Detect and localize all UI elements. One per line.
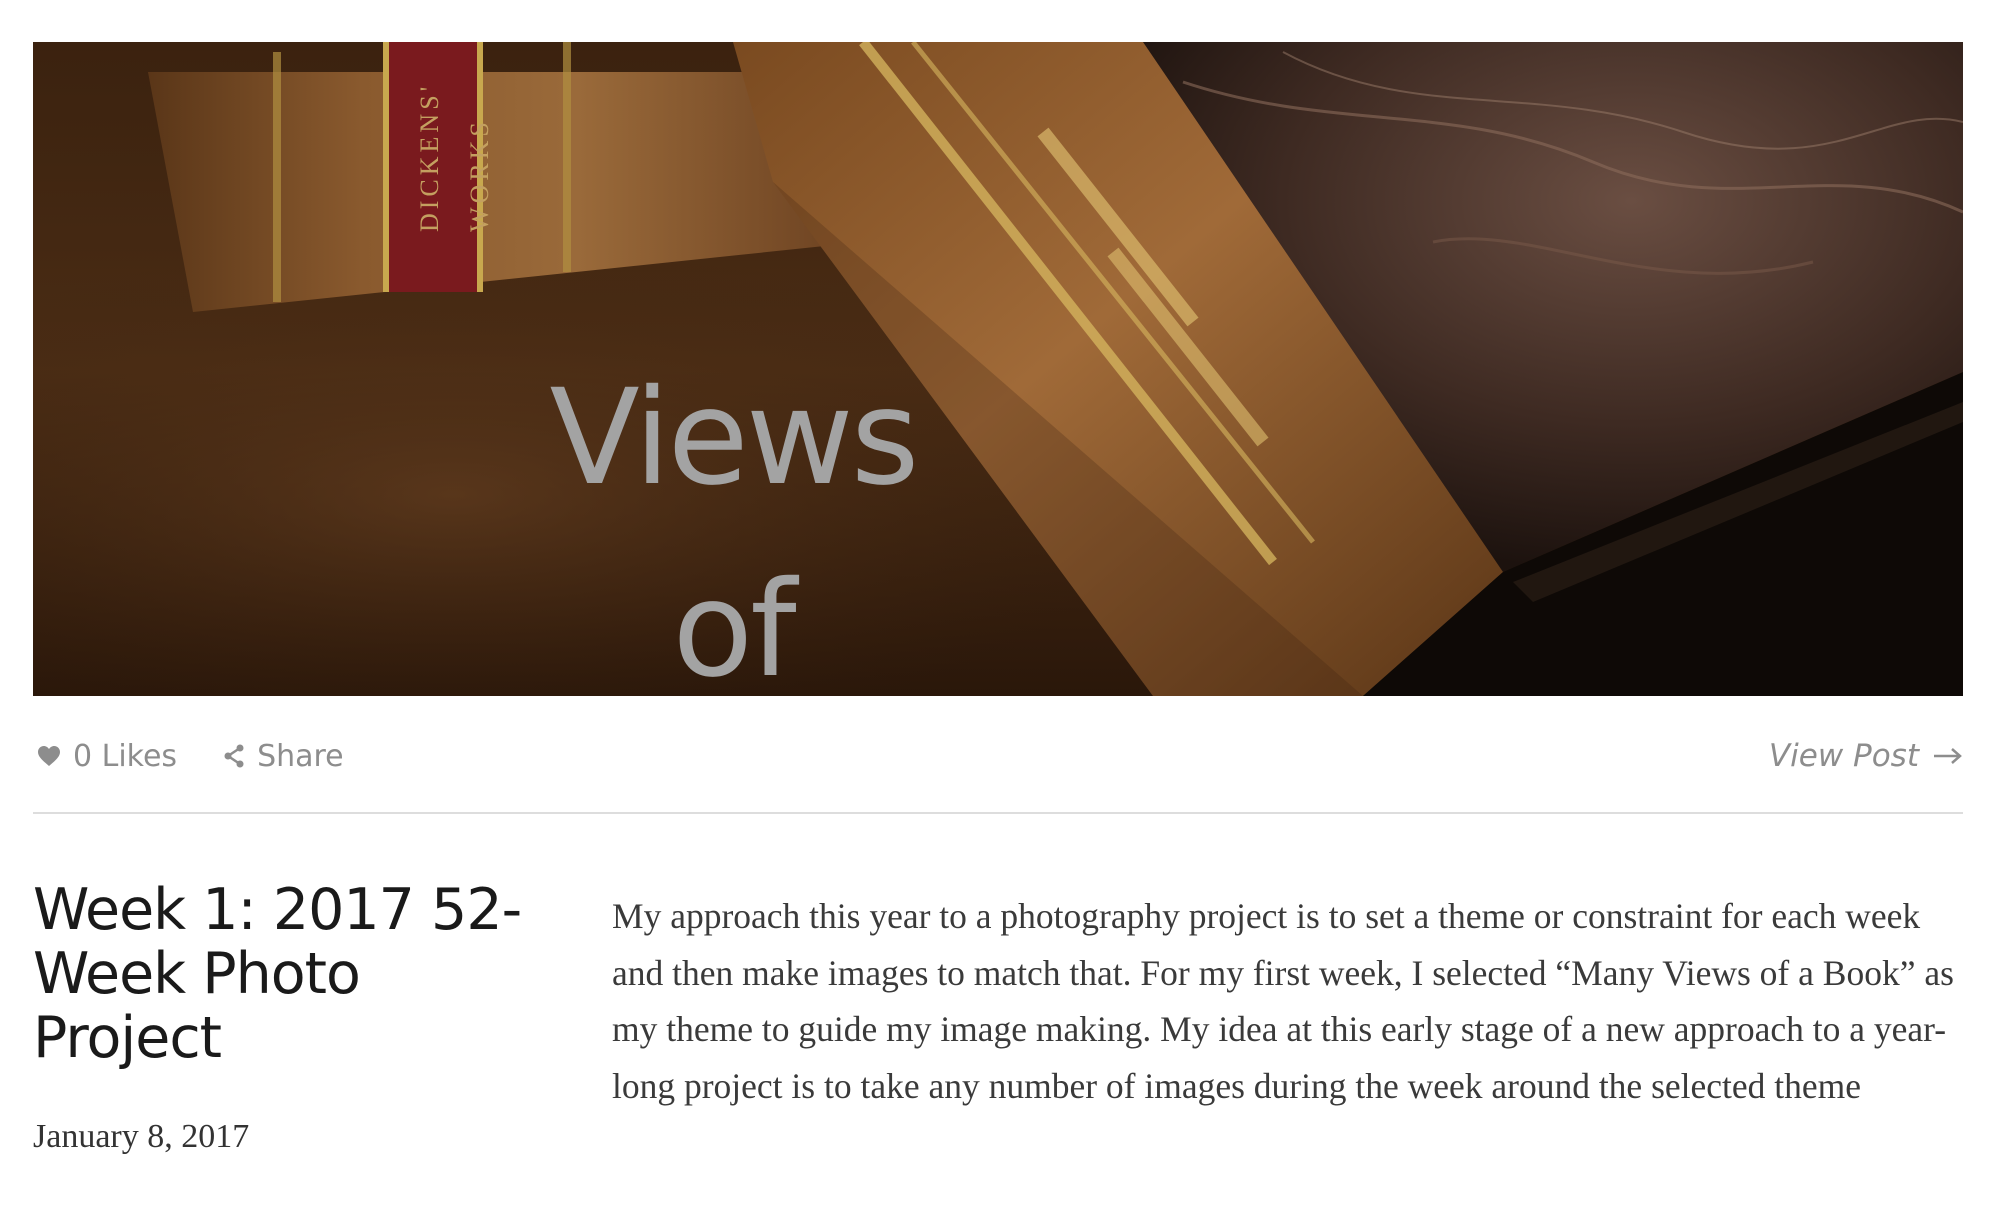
books-photo: DICKENS' WORKS	[33, 42, 1963, 696]
post-title[interactable]: Week 1: 2017 52-Week Photo Project	[33, 878, 553, 1070]
post-action-bar: 0 Likes Share View Post	[33, 720, 1963, 792]
section-divider	[33, 812, 1963, 814]
blog-post-card: DICKENS' WORKS Views of a Book	[0, 0, 1998, 1218]
heart-icon	[38, 746, 60, 766]
post-excerpt: My approach this year to a photography p…	[612, 896, 1954, 1106]
share-button[interactable]: Share	[223, 739, 344, 774]
post-date: January 8, 2017	[33, 1118, 250, 1155]
share-icon	[224, 744, 244, 768]
view-post-link[interactable]: View Post	[1769, 738, 1963, 774]
post-featured-image[interactable]: DICKENS' WORKS Views of a Book	[33, 42, 1963, 696]
arrow-right-icon	[1934, 748, 1962, 764]
view-post-label: View Post	[1768, 738, 1919, 774]
likes-count-label: 0 Likes	[73, 738, 178, 774]
share-label: Share	[257, 738, 344, 774]
spine-label-dickens: DICKENS'	[415, 83, 444, 232]
spine-label-works: WORKS	[465, 118, 494, 232]
like-button[interactable]: 0 Likes	[37, 739, 177, 774]
